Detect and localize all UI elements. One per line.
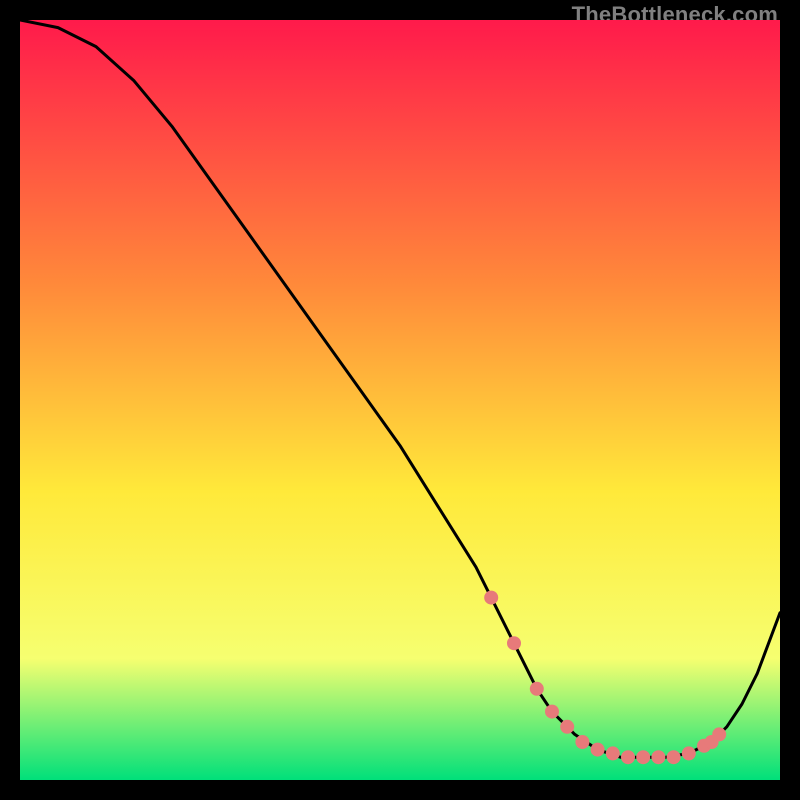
marker-dot xyxy=(575,735,589,749)
marker-dot xyxy=(667,750,681,764)
marker-dot xyxy=(507,636,521,650)
marker-dot xyxy=(530,682,544,696)
marker-dot xyxy=(636,750,650,764)
gradient-background xyxy=(20,20,780,780)
marker-dot xyxy=(712,727,726,741)
marker-dot xyxy=(621,750,635,764)
marker-dot xyxy=(651,750,665,764)
marker-dot xyxy=(606,746,620,760)
chart-frame xyxy=(20,20,780,780)
marker-dot xyxy=(484,591,498,605)
marker-dot xyxy=(545,705,559,719)
marker-dot xyxy=(682,746,696,760)
marker-dot xyxy=(591,743,605,757)
marker-dot xyxy=(560,720,574,734)
bottleneck-chart xyxy=(20,20,780,780)
